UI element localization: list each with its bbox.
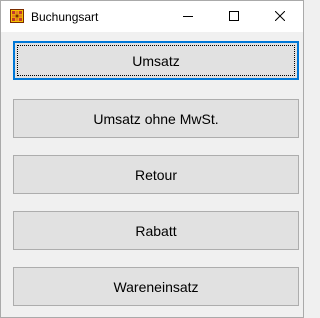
dialog-content: Umsatz Umsatz ohne MwSt. Retour Rabatt W… [1, 32, 303, 317]
wareneinsatz-button[interactable]: Wareneinsatz [13, 267, 299, 306]
retour-button-label: Retour [134, 166, 178, 183]
title-bar[interactable]: Buchungsart [1, 1, 303, 32]
umsatz-button-label: Umsatz [132, 52, 180, 69]
close-button[interactable] [257, 1, 303, 32]
rabatt-button-label: Rabatt [135, 222, 177, 239]
maximize-icon [229, 8, 239, 26]
wareneinsatz-button-label: Wareneinsatz [113, 278, 199, 295]
window-title: Buchungsart [31, 10, 99, 24]
app-grid-icon [10, 9, 24, 23]
close-icon [274, 8, 286, 26]
dialog-window: Buchungsart Umsatz Umsatz ohne MwSt. Ret… [0, 0, 304, 318]
maximize-button[interactable] [211, 1, 257, 32]
umsatz-ohne-mwst-button-label: Umsatz ohne MwSt. [93, 110, 219, 127]
rabatt-button[interactable]: Rabatt [13, 211, 299, 250]
umsatz-ohne-mwst-button[interactable]: Umsatz ohne MwSt. [13, 99, 299, 138]
umsatz-button[interactable]: Umsatz [13, 41, 299, 80]
minimize-button[interactable] [165, 1, 211, 32]
minimize-icon [183, 8, 193, 26]
retour-button[interactable]: Retour [13, 155, 299, 194]
